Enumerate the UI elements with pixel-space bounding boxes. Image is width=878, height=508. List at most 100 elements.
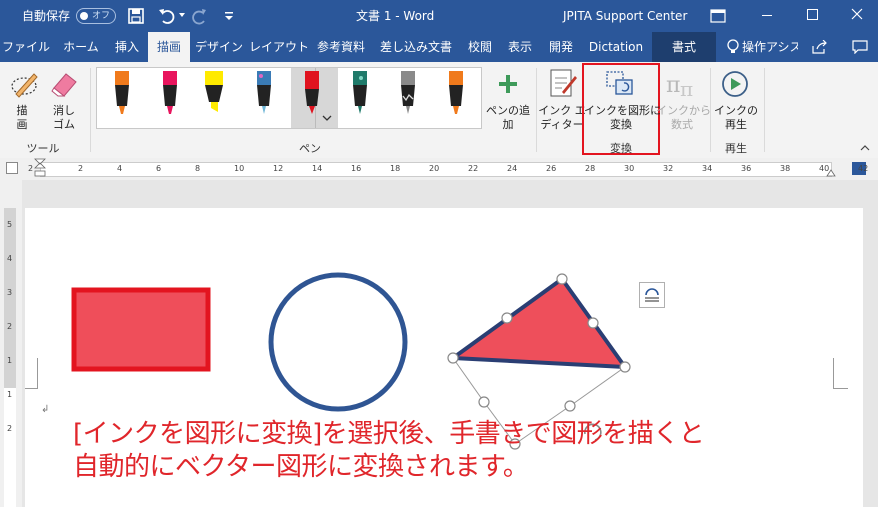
ruler-number: 6 [156,164,162,173]
ruler-number: 30 [624,164,635,173]
close-icon[interactable] [851,8,863,20]
autosave-state: オフ [92,11,111,21]
comments-icon[interactable] [852,40,868,54]
group-separator [710,68,711,152]
tell-me-box[interactable]: 操作アシス [742,32,798,62]
ruler-number: 5 [7,220,13,229]
red-rectangle-shape[interactable] [71,287,211,372]
ruler-number: 10 [234,164,245,173]
pen-8-icon[interactable] [447,70,465,118]
chevron-down-icon [322,115,332,121]
tab-home[interactable]: ホーム [58,32,104,62]
collapse-ribbon-icon[interactable] [860,144,870,152]
ink-editor-icon[interactable] [548,68,578,100]
ink-to-shape-icon[interactable] [604,68,636,100]
ink-to-math-icon[interactable]: π π [664,68,698,100]
lightbulb-icon [727,39,739,53]
tab-layout[interactable]: レイアウト [249,32,309,62]
tab-design[interactable]: デザイン [193,32,245,62]
pens-group-label: ペン [299,142,321,155]
tab-draw[interactable]: 描画 [148,32,190,62]
pencil-pen-icon[interactable] [303,70,321,118]
ribbon-panel: 描 画 消し ゴム ツール ペンの追 加 ペン インク エ ディター インクを図… [0,62,878,159]
group-separator [536,68,537,152]
galaxy-pen-icon[interactable] [255,70,273,118]
customize-qat-icon[interactable] [224,10,234,22]
ruler-number: 28 [585,164,596,173]
tab-references[interactable]: 参考資料 [312,32,370,62]
group-separator [90,68,91,152]
add-pen-icon[interactable] [498,74,518,94]
convert-group-label: 変換 [610,142,632,155]
ruler-number: 42 [858,164,869,173]
maximize-icon[interactable] [807,9,818,20]
share-icon[interactable] [812,40,828,54]
vertical-ruler[interactable]: 5 4 3 2 1 1 2 [0,180,23,507]
indent-marker-icon[interactable] [34,158,46,180]
undo-dropdown-icon[interactable] [178,11,186,19]
ruler-track [4,388,16,507]
eraser-icon[interactable] [48,68,80,100]
ribbon-display-options-icon[interactable] [710,9,726,23]
tab-file[interactable]: ファイル [2,32,50,62]
caption-line-2: 自動的にベクター図形に変換されます。 [73,452,529,482]
layout-options-button[interactable] [639,282,665,308]
draw-lasso-icon[interactable] [8,68,40,100]
ruler-number: 8 [195,164,201,173]
ruler-number: 2 [78,164,84,173]
ruler-number: 4 [7,254,13,263]
blue-circle-shape[interactable] [268,272,408,412]
ruler-number: 1 [7,390,13,399]
svg-text:π: π [666,73,680,98]
horizontal-ruler[interactable]: 2 2 4 6 8 10 12 14 16 18 20 22 24 26 28 30 32 34 36 38 40 42 [0,158,878,181]
ruler-number: 26 [546,164,557,173]
save-icon[interactable] [128,8,144,24]
ink-replay-icon[interactable] [720,68,750,100]
ruler-number: 2 [28,164,34,173]
tab-selector-icon[interactable] [6,162,18,174]
highlighter-icon[interactable] [203,70,225,118]
ribbon-tabs: ファイル ホーム 挿入 描画 デザイン レイアウト 参考資料 差し込み文書 校閲… [0,32,878,62]
redo-icon[interactable] [192,7,208,25]
ruler-number: 3 [7,288,13,297]
ruler-number: 1 [7,356,13,365]
ink-to-math-button[interactable]: インクから 数式 [656,104,711,132]
silver-pen-icon[interactable] [399,70,417,118]
account-name[interactable]: JPITA Support Center [563,0,687,32]
autosave-toggle[interactable]: オフ [76,8,116,24]
ruler-number: 38 [780,164,791,173]
tab-view[interactable]: 表示 [502,32,538,62]
replay-group-label: 再生 [725,142,747,155]
pen-1-icon[interactable] [113,70,131,118]
ruler-number: 24 [507,164,518,173]
document-title: 文書 1 - Word [356,9,435,23]
minimize-icon[interactable] [762,15,772,16]
ruler-number: 4 [117,164,123,173]
title-bar: 自動保存 オフ 文書 1 - Word JPITA Support Center [0,0,878,32]
red-triangle-shape[interactable] [451,277,627,369]
tab-insert[interactable]: 挿入 [108,32,146,62]
pen-2-icon[interactable] [161,70,179,118]
toggle-knob [80,12,88,20]
tools-group-label: ツール [26,142,60,155]
draw-button[interactable]: 描 画 [4,104,40,132]
tab-dictation[interactable]: Dictation [584,32,648,62]
tab-developer[interactable]: 開発 [543,32,579,62]
tab-mailings[interactable]: 差し込み文書 [374,32,458,62]
ink-to-shape-button[interactable]: インクを図形に 変換 [584,104,661,132]
galaxy-pen-2-icon[interactable] [351,70,369,118]
ruler-number: 2 [7,322,13,331]
tab-format[interactable]: 書式 [652,32,716,62]
pen-gallery [96,67,482,129]
tab-review[interactable]: 校閲 [462,32,498,62]
ink-replay-button[interactable]: インクの 再生 [712,104,760,132]
eraser-button[interactable]: 消し ゴム [44,104,84,132]
ruler-number: 32 [663,164,674,173]
document-page[interactable]: ↲ [インクを図形に変換]を選択後、手書きで図形を描くと 自動的にベクター図形に… [25,208,863,508]
svg-text:π: π [680,77,693,100]
group-separator [764,68,765,152]
undo-icon[interactable] [158,7,176,25]
ruler-number: 34 [702,164,713,173]
add-pen-button[interactable]: ペンの追 加 [484,104,532,132]
ink-editor-button[interactable]: インク エ ディター [538,104,586,132]
